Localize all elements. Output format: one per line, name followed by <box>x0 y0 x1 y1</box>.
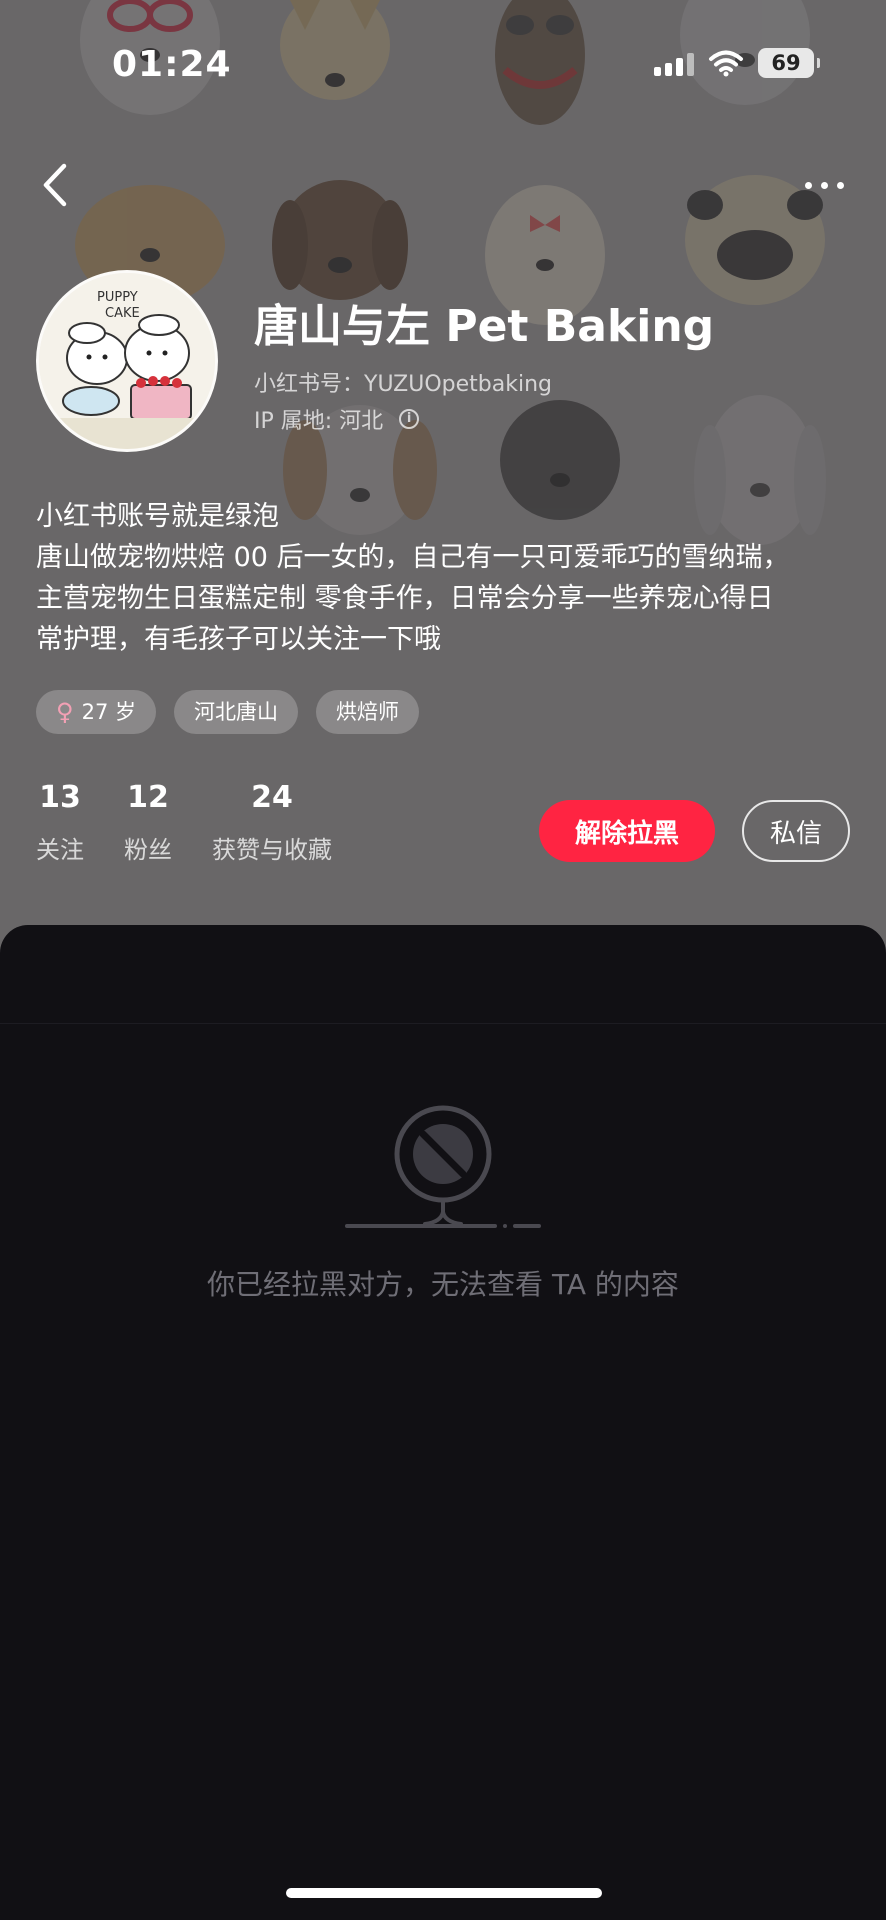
bio-line: 唐山做宠物烘焙 00 后一女的，自己有一只可爱乖巧的雪纳瑞， <box>36 542 790 573</box>
stat-followers-label: 粉丝 <box>124 836 172 864</box>
stat-followers[interactable]: 12 粉丝 <box>124 780 172 865</box>
avatar-illustration: PUPPY CAKE <box>39 273 215 449</box>
female-icon: ♀ <box>56 698 74 726</box>
more-icon-dot <box>804 181 812 189</box>
status-icons: 69 <box>654 48 820 78</box>
content-sheet: 你已经拉黑对方，无法查看 TA 的内容 <box>0 925 886 1920</box>
tag-age: ♀ 27 岁 <box>36 690 156 734</box>
bio-line: 小红书账号就是绿泡 <box>36 501 279 532</box>
stat-likes-label: 获赞与收藏 <box>212 836 332 864</box>
tag-age-label: 27 岁 <box>81 700 136 724</box>
profile-id[interactable]: 小红书号：YUZUOpetbaking <box>254 366 552 398</box>
avatar-lettering: PUPPY <box>97 290 138 305</box>
ip-location-text: IP 属地: 河北 <box>254 409 384 434</box>
more-icon-dot <box>820 181 828 189</box>
blocked-message: 你已经拉黑对方，无法查看 TA 的内容 <box>207 1268 679 1301</box>
battery-icon: 69 <box>758 48 820 78</box>
tag-occupation: 烘焙师 <box>315 690 419 734</box>
bio-line: 主营宠物生日蛋糕定制 零食手作，日常会分享一些养宠心得日 <box>36 583 774 614</box>
back-button[interactable] <box>36 160 76 210</box>
info-icon[interactable]: i <box>399 409 420 429</box>
status-time: 01:24 <box>112 44 232 85</box>
tag-location: 河北唐山 <box>173 690 298 734</box>
profile-bio: 小红书账号就是绿泡 唐山做宠物烘焙 00 后一女的，自己有一只可爱乖巧的雪纳瑞，… <box>36 496 856 660</box>
profile-stats: 13 关注 12 粉丝 24 获赞与收藏 <box>36 780 372 865</box>
back-icon <box>43 163 67 207</box>
stat-likes-collects[interactable]: 24 获赞与收藏 <box>212 780 332 865</box>
more-icon-dot <box>836 181 844 189</box>
stat-likes-count: 24 <box>251 780 293 815</box>
stat-followers-count: 12 <box>127 780 169 815</box>
profile-ip-location: IP 属地: 河北 i <box>254 403 420 435</box>
unblock-button[interactable]: 解除拉黑 <box>539 800 715 862</box>
stat-following-count: 13 <box>39 780 81 815</box>
blocked-icon <box>345 1105 541 1228</box>
profile-tags: ♀ 27 岁 河北唐山 烘焙师 <box>36 690 419 734</box>
profile-name: 唐山与左 Pet Baking <box>254 301 715 352</box>
sheet-divider <box>0 1023 886 1024</box>
stat-following-label: 关注 <box>36 836 84 864</box>
avatar[interactable]: PUPPY CAKE <box>36 270 218 452</box>
more-button[interactable] <box>798 170 850 200</box>
message-button[interactable]: 私信 <box>742 800 850 862</box>
avatar-lettering: CAKE <box>105 306 140 321</box>
bio-line: 常护理，有毛孩子可以关注一下哦 <box>36 624 441 655</box>
home-indicator[interactable] <box>286 1888 602 1898</box>
stat-following[interactable]: 13 关注 <box>36 780 84 865</box>
wifi-icon <box>709 50 743 77</box>
signal-icon <box>654 50 694 76</box>
